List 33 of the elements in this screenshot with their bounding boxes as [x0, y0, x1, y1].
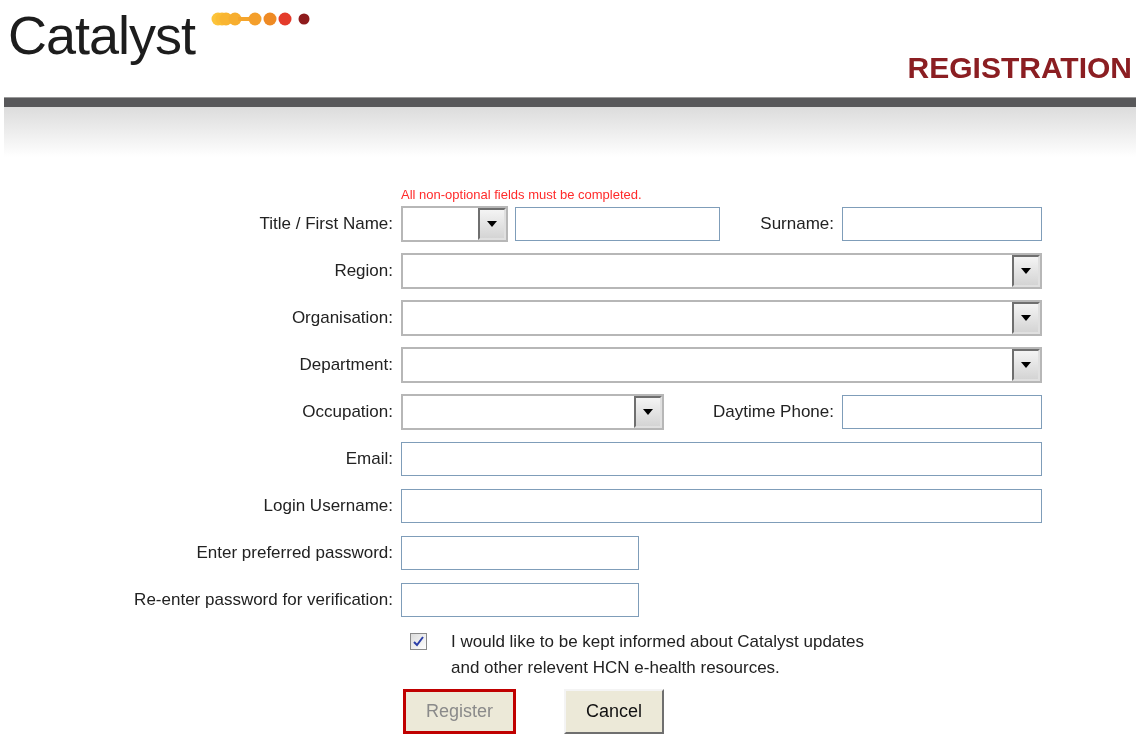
consent-text: I would like to be kept informed about Catalyst updates and other relevent HCN e-health resources.	[451, 631, 865, 679]
field-label: Occupation:	[302, 401, 393, 421]
caret-down-icon	[487, 220, 497, 227]
field-label: Title / First Name:	[259, 213, 393, 233]
field-label: Organisation:	[291, 307, 393, 327]
text-field[interactable]	[842, 394, 1042, 429]
cancel-button[interactable]: Cancel	[564, 689, 665, 734]
error-notice: All non-optional fields must be completed.	[401, 186, 643, 204]
dropdown-field[interactable]	[401, 299, 1042, 336]
text-field[interactable]	[401, 441, 1042, 476]
field-label: Region:	[334, 260, 393, 280]
field-label: Daytime Phone:	[713, 400, 834, 423]
caret-down-icon	[1021, 361, 1031, 368]
field-label: Department:	[299, 354, 393, 374]
dropdown-field[interactable]	[401, 205, 508, 242]
field-label: Enter preferred password:	[196, 542, 393, 562]
text-field[interactable]	[515, 206, 720, 241]
checkbox[interactable]	[410, 633, 427, 650]
password-field[interactable]	[401, 535, 639, 570]
text-field[interactable]	[401, 488, 1042, 523]
field-label: Surname:	[760, 212, 834, 235]
caret-down-icon	[1021, 267, 1031, 274]
field-label: Re-enter password for verification:	[134, 589, 393, 609]
page-title: REGISTRATION	[907, 53, 1132, 83]
caret-down-icon	[1021, 314, 1031, 321]
dropdown-field[interactable]	[401, 393, 664, 430]
dropdown-field[interactable]	[401, 252, 1042, 289]
caret-down-icon	[643, 408, 653, 415]
field-label: Login Username:	[263, 495, 393, 515]
text-field[interactable]	[842, 206, 1042, 241]
dropdown-field[interactable]	[401, 346, 1042, 383]
field-label: Email:	[345, 448, 393, 468]
password-field[interactable]	[401, 582, 639, 617]
